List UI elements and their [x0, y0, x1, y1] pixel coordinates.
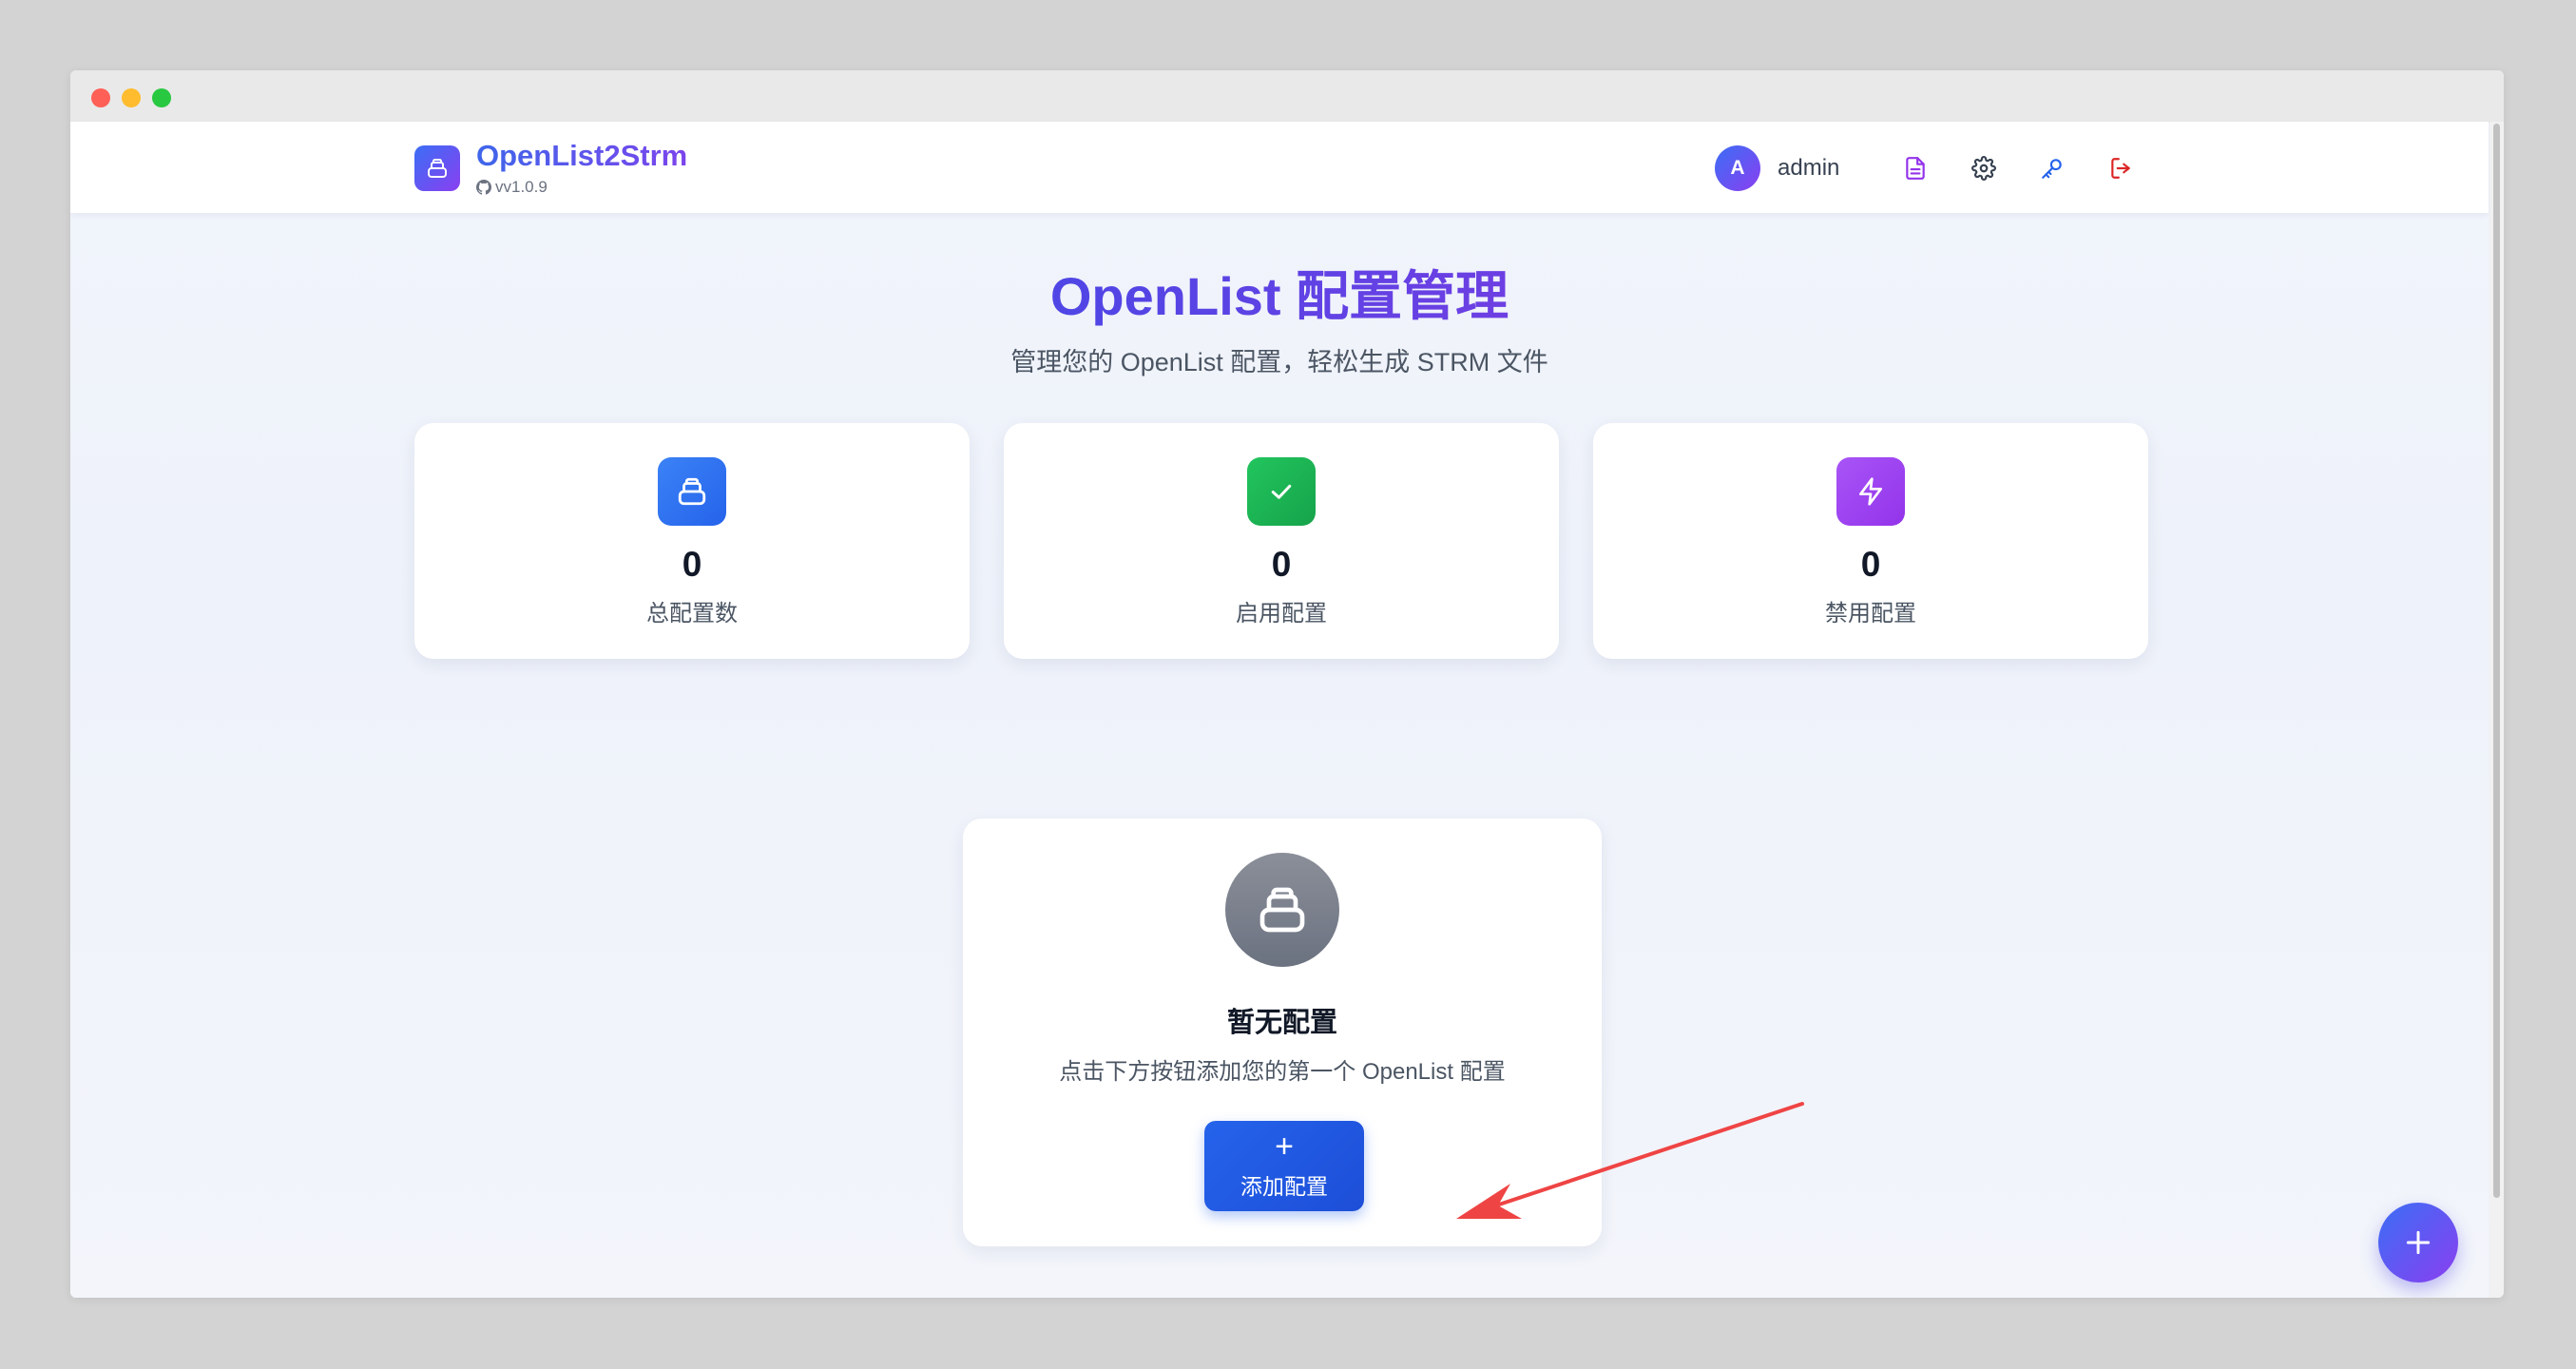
window-titlebar: [70, 70, 2504, 123]
database-icon: [1259, 887, 1305, 933]
stat-label-disabled: 禁用配置: [1825, 601, 1916, 627]
settings-icon: [1971, 156, 1996, 181]
stat-value-enabled: 0: [1271, 545, 1292, 584]
window-maximize-button[interactable]: [152, 88, 171, 107]
key-icon: [2042, 159, 2062, 179]
add-config-button-label: 添加配置: [1240, 1174, 1328, 1199]
stat-value-disabled: 0: [1860, 545, 1881, 584]
stat-icon-disabled: [1836, 457, 1905, 526]
stat-card-total: 0 总配置数: [414, 423, 970, 659]
document-icon: [1906, 157, 1925, 180]
scrollbar-thumb[interactable]: [2493, 124, 2500, 1198]
stat-value-total: 0: [682, 545, 702, 584]
github-icon: [476, 180, 491, 195]
app-name[interactable]: OpenList2Strm: [476, 139, 687, 173]
settings-button[interactable]: [1966, 150, 2002, 186]
plus-icon: +: [1275, 1128, 1294, 1165]
app-logo[interactable]: [414, 145, 460, 191]
browser-window: OpenList2Strm vv1.0.9 A admin OpenList 配…: [70, 70, 2504, 1298]
check-icon: [1271, 484, 1292, 499]
window-close-button[interactable]: [91, 88, 110, 107]
username[interactable]: admin: [1778, 155, 1839, 182]
page-content: OpenList2Strm vv1.0.9 A admin OpenList 配…: [70, 122, 2489, 1298]
logout-button[interactable]: [2103, 150, 2139, 186]
top-navbar: OpenList2Strm vv1.0.9 A admin: [70, 122, 2489, 213]
stat-label-enabled: 启用配置: [1236, 601, 1327, 627]
page-subtitle: 管理您的 OpenList 配置，轻松生成 STRM 文件: [1010, 348, 1548, 376]
bolt-icon: [1859, 477, 1882, 506]
stat-card-disabled: 0 禁用配置: [1593, 423, 2148, 659]
database-icon: [428, 159, 447, 178]
user-avatar[interactable]: A: [1715, 145, 1760, 191]
page-title: OpenList 配置管理: [70, 254, 2489, 331]
empty-state-title: 暂无配置: [1226, 1008, 1337, 1038]
empty-state-description: 点击下方按钮添加您的第一个 OpenList 配置: [1059, 1059, 1506, 1085]
page-title-text: OpenList 配置管理: [1049, 266, 1509, 326]
logout-icon: [2111, 158, 2130, 179]
vertical-scrollbar[interactable]: [2489, 122, 2504, 1298]
database-icon: [678, 477, 706, 506]
window-minimize-button[interactable]: [122, 88, 141, 107]
stat-icon-total: [658, 457, 726, 526]
version-text: vv1.0.9: [495, 178, 548, 196]
floating-add-button[interactable]: [2378, 1203, 2458, 1282]
logs-button[interactable]: [1897, 150, 1933, 186]
stat-card-enabled: 0 启用配置: [1004, 423, 1559, 659]
plus-icon: [2406, 1230, 2431, 1255]
stat-label-total: 总配置数: [646, 601, 738, 627]
app-version[interactable]: vv1.0.9: [476, 178, 548, 197]
stat-icon-enabled: [1247, 457, 1316, 526]
empty-state-icon: [1225, 853, 1339, 967]
empty-state-card: 暂无配置 点击下方按钮添加您的第一个 OpenList 配置 + 添加配置: [963, 819, 1602, 1246]
change-password-button[interactable]: [2034, 150, 2070, 186]
add-config-button[interactable]: + 添加配置: [1204, 1121, 1364, 1211]
